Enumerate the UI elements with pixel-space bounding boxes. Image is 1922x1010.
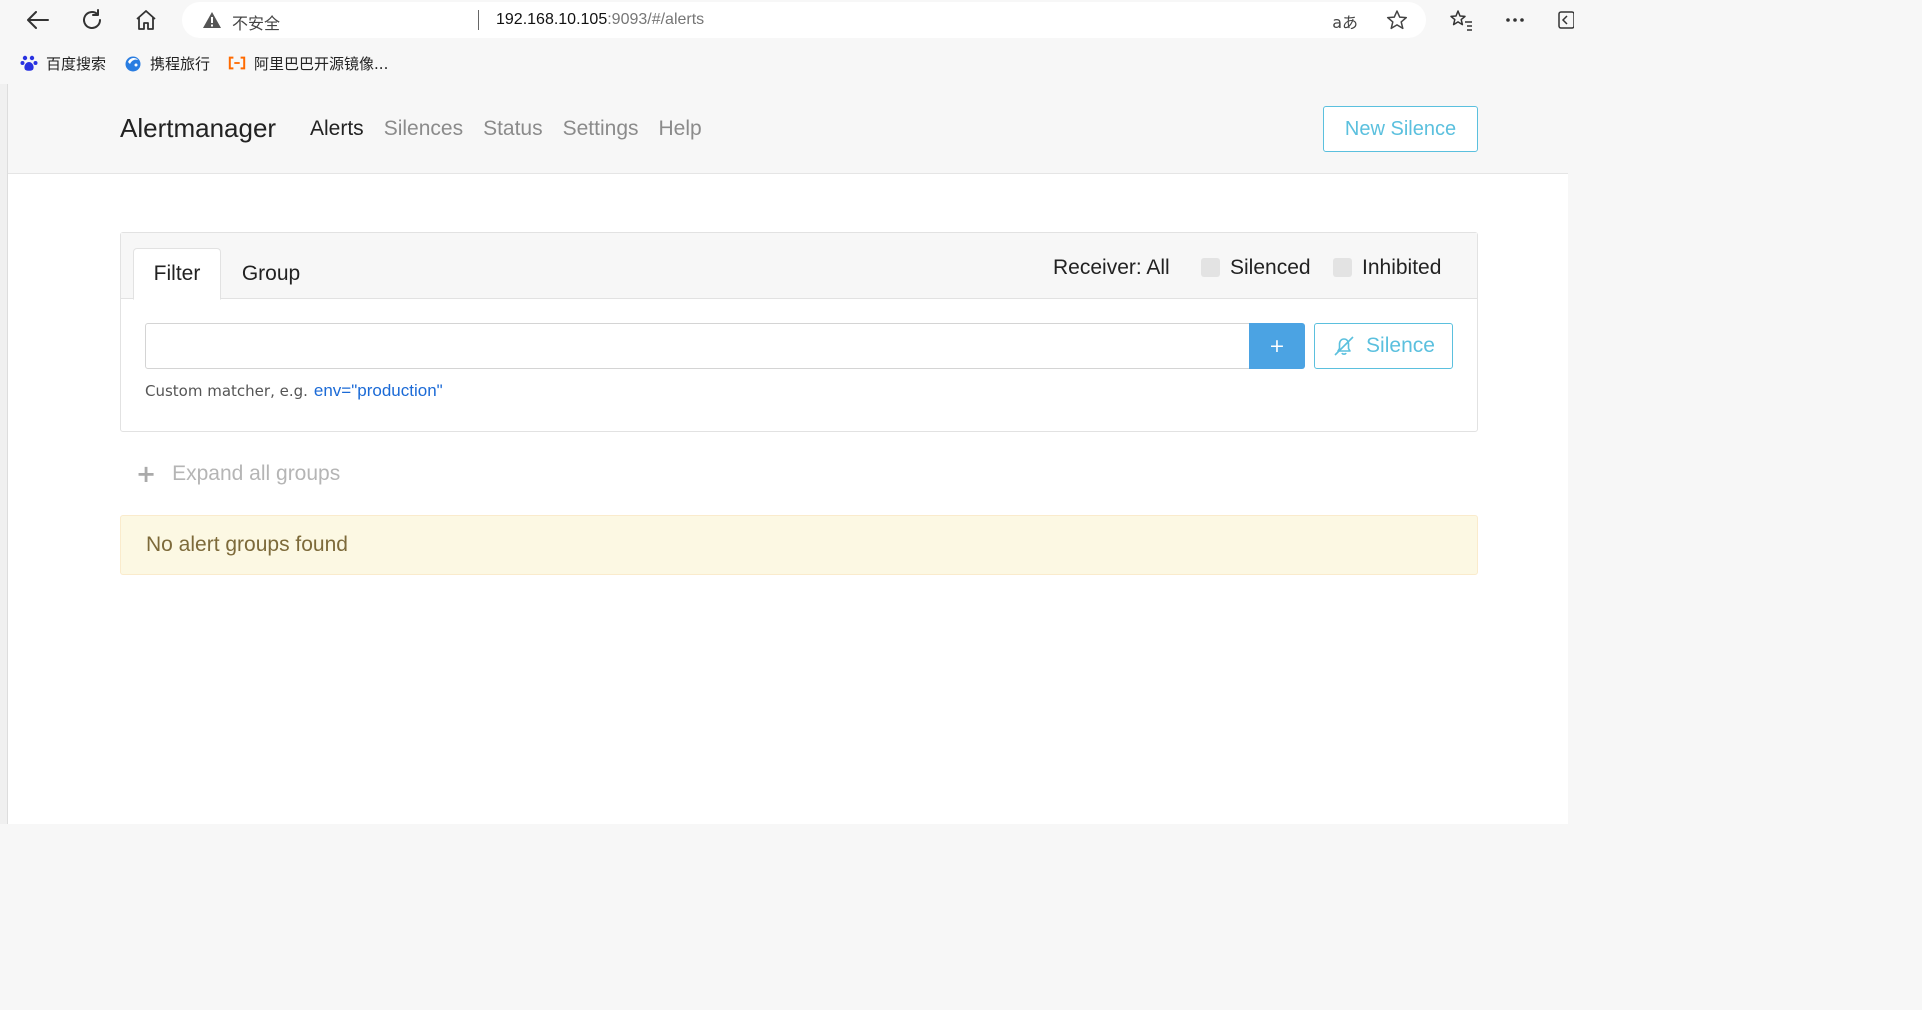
ctrip-dolphin-icon — [124, 54, 142, 72]
favorites-list-icon[interactable] — [1447, 6, 1475, 34]
new-silence-button[interactable]: New Silence — [1323, 106, 1478, 152]
receiver-selector[interactable]: Receiver: All — [1053, 256, 1170, 280]
brand-title[interactable]: Alertmanager — [120, 113, 276, 144]
bookmarks-bar: 百度搜索 携程旅行 阿里巴巴开源镜像... — [0, 50, 406, 76]
url-host: 192.168.10.105 — [496, 11, 608, 28]
bookmark-ctrip[interactable]: 携程旅行 — [124, 53, 210, 74]
baidu-paw-icon — [20, 54, 38, 72]
plus-icon: + — [136, 460, 157, 488]
bookmark-label: 百度搜索 — [46, 54, 107, 73]
hint-example-link[interactable]: env="production" — [314, 381, 443, 400]
home-icon[interactable] — [132, 6, 160, 34]
bookmark-aliyun-mirror[interactable]: 阿里巴巴开源镜像... — [228, 53, 388, 74]
filter-card-header: Filter Group Receiver: All Silenced Inhi… — [121, 233, 1477, 300]
nav-links: Alerts Silences Status Settings Help — [310, 117, 722, 141]
nav-link-silences[interactable]: Silences — [384, 117, 463, 141]
top-navbar: Alertmanager Alerts Silences Status Sett… — [8, 84, 1568, 174]
filter-card: Filter Group Receiver: All Silenced Inhi… — [120, 232, 1478, 432]
bookmark-label: 阿里巴巴开源镜像... — [254, 54, 389, 73]
tab-group[interactable]: Group — [231, 248, 311, 299]
expand-all-groups-button[interactable]: + Expand all groups — [136, 460, 340, 488]
nav-link-alerts[interactable]: Alerts — [310, 117, 364, 141]
address-bar[interactable]: 不安全 192.168.10.105:9093/#/alerts aあ — [182, 2, 1426, 38]
aliyun-bracket-icon — [228, 54, 246, 72]
silence-button-label: Silence — [1366, 334, 1435, 357]
warning-triangle-icon[interactable] — [202, 11, 222, 33]
matcher-input[interactable] — [145, 323, 1250, 369]
security-status-text[interactable]: 不安全 — [232, 10, 280, 34]
nav-link-help[interactable]: Help — [659, 117, 702, 141]
bookmark-label: 携程旅行 — [150, 54, 211, 73]
sidebar-toggle-icon[interactable] — [1552, 6, 1580, 34]
more-menu-icon[interactable] — [1501, 6, 1529, 34]
favorite-star-icon[interactable] — [1386, 9, 1408, 35]
browser-toolbar: 不安全 192.168.10.105:9093/#/alerts aあ 百度搜索… — [0, 0, 1574, 84]
silenced-label[interactable]: Silenced — [1230, 256, 1311, 280]
expand-all-label: Expand all groups — [172, 462, 341, 485]
tab-filter[interactable]: Filter — [133, 248, 221, 300]
url-path: :9093/#/alerts — [607, 11, 705, 28]
silenced-checkbox[interactable] — [1201, 258, 1220, 277]
url-text[interactable]: 192.168.10.105:9093/#/alerts — [496, 11, 704, 29]
address-divider — [478, 10, 479, 30]
nav-link-settings[interactable]: Settings — [563, 117, 639, 141]
refresh-icon[interactable] — [78, 6, 106, 34]
translate-icon[interactable]: aあ — [1332, 9, 1358, 33]
nav-link-status[interactable]: Status — [483, 117, 543, 141]
silence-button[interactable]: Silence — [1314, 323, 1453, 369]
hint-text: Custom matcher, e.g. — [145, 382, 308, 400]
bookmark-baidu[interactable]: 百度搜索 — [20, 53, 106, 74]
matcher-hint: Custom matcher, e.g. env="production" — [145, 381, 443, 401]
inhibited-checkbox[interactable] — [1333, 258, 1352, 277]
window-edge — [0, 84, 8, 824]
inhibited-label[interactable]: Inhibited — [1362, 256, 1441, 280]
no-alerts-message: No alert groups found — [120, 515, 1478, 575]
back-arrow-icon[interactable] — [24, 6, 52, 34]
bell-slash-icon — [1334, 336, 1354, 356]
add-matcher-button[interactable]: + — [1249, 323, 1305, 369]
alertmanager-page: Alertmanager Alerts Silences Status Sett… — [8, 84, 1568, 824]
